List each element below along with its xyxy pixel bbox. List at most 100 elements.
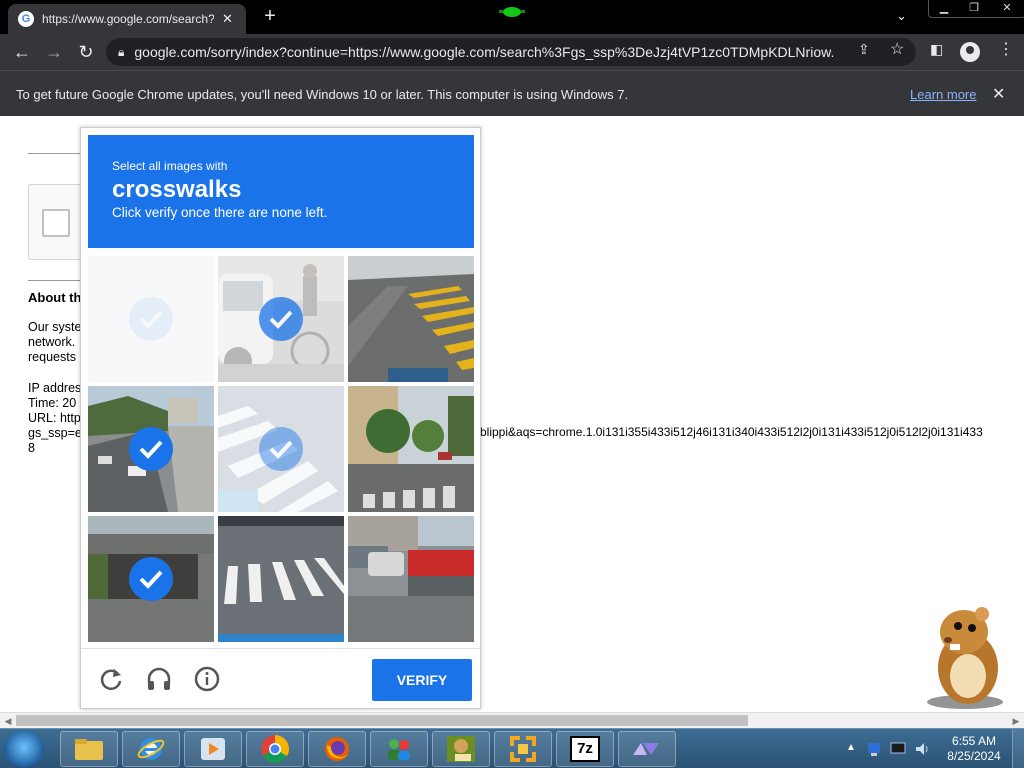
tray-expand-icon[interactable]: ▲ [846,742,856,753]
internet-explorer-button[interactable] [122,731,180,767]
screen: G https://www.google.com/search? ✕ + ⌄ ▁… [0,0,1024,768]
desktop-hamster-icon [927,607,1003,709]
side-panel-icon[interactable]: ◧ [930,41,943,58]
checkmark-icon [129,297,173,341]
lock-icon: 🔒︎ [118,44,125,59]
restore-button[interactable]: ❐ [959,0,989,17]
gs-line: gs_ssp=e [28,426,82,440]
share-icon[interactable]: ⇪ [858,41,870,58]
challenge-footer: VERIFY [81,648,480,708]
chrome-icon [261,735,289,763]
minimize-button[interactable]: ▁ [929,0,959,17]
file-explorer-button[interactable] [60,731,118,767]
checkmark-icon [129,557,173,601]
tab-title: https://www.google.com/search? [42,12,214,26]
clock-time: 6:55 AM [951,734,997,748]
tab-strip: G https://www.google.com/search? ✕ + ⌄ ▁… [0,0,1024,34]
target-object: crosswalks [112,176,242,203]
reload-icon[interactable] [97,665,125,693]
monitor-icon[interactable] [890,741,906,757]
learn-more-link[interactable]: Learn more [910,87,976,102]
image-tile[interactable] [218,256,344,382]
media-player-button[interactable] [184,731,242,767]
show-desktop-button[interactable] [1012,729,1024,768]
infobar-close-icon[interactable]: ✕ [992,84,1005,104]
start-button[interactable] [4,731,44,767]
users-app-button[interactable] [370,731,428,767]
time-line: Time: 20 [28,396,77,410]
system-clock[interactable]: 6:55 AM 8/25/2024 [944,734,1004,764]
scroll-left-icon[interactable]: ◀ [0,714,16,728]
image-tile[interactable] [348,516,474,642]
verify-button[interactable]: VERIFY [372,659,472,701]
google-favicon-icon: G [18,11,34,27]
window-controls: ▁ ❐ ✕ [928,0,1024,18]
users-icon [388,739,410,760]
vector-app-icon [633,743,659,755]
about-heading: About th [28,290,82,305]
folder-icon [75,739,103,760]
image-tile[interactable] [88,386,214,512]
checkmark-icon [129,427,173,471]
sandbox-icon [447,736,475,762]
checkmark-icon [259,427,303,471]
taskbar: 7z ▲ 6:55 AM 8/25/2024 [0,728,1024,768]
sevenzip-button[interactable]: 7z [556,731,614,767]
url-text: google.com/sorry/index?continue=https://… [134,44,835,60]
horizontal-scrollbar[interactable]: ◀ ▶ [0,712,1024,728]
tail-line: 8 [28,441,35,455]
back-arrow-icon[interactable]: ← [10,40,34,64]
firefox-icon [325,737,349,761]
address-bar[interactable]: 🔒︎ google.com/sorry/index?continue=https… [106,38,916,66]
body-line: Our syste [28,320,82,334]
image-tile[interactable] [348,386,474,512]
overflow-url-text: blippi&aqs=chrome.1.0i131i355i433i512j46… [480,425,983,439]
image-grid [88,256,474,642]
sandbox-app-button[interactable] [432,731,490,767]
tab-search-chevron-down-icon[interactable]: ⌄ [896,8,907,24]
reload-page-icon[interactable]: ↻ [74,40,98,64]
sevenzip-icon: 7z [570,736,600,762]
recaptcha-anchor [28,184,88,260]
network-icon[interactable] [866,741,882,757]
volume-icon[interactable] [914,741,930,757]
scroll-right-icon[interactable]: ▶ [1008,714,1024,728]
forward-arrow-icon[interactable]: → [42,40,66,64]
url-line: URL: http [28,411,81,425]
chrome-button[interactable] [246,731,304,767]
checkmark-icon [259,297,303,341]
image-tile[interactable] [348,256,474,382]
browser-toolbar: ← → ↻ 🔒︎ google.com/sorry/index?continue… [0,34,1024,70]
update-infobar: To get future Google Chrome updates, you… [0,70,1024,116]
instruction-text: Select all images with [112,159,228,173]
infobar-message: To get future Google Chrome updates, you… [16,87,629,102]
close-window-button[interactable]: ✕ [989,0,1024,17]
browser-tab[interactable]: G https://www.google.com/search? ✕ [8,4,246,34]
bookmark-star-icon[interactable]: ☆ [890,39,904,59]
vector-app-button[interactable] [618,731,676,767]
image-tile[interactable] [88,256,214,382]
clock-date: 8/25/2024 [947,749,1001,763]
recaptcha-challenge: Select all images with crosswalks Click … [80,127,481,709]
window-decoration-icon [499,7,525,17]
body-line: network. [28,335,76,349]
new-tab-button[interactable]: + [258,4,282,28]
audio-icon[interactable] [145,665,173,693]
image-tile[interactable] [88,516,214,642]
image-tile[interactable] [218,516,344,642]
instruction-subtext: Click verify once there are none left. [112,205,328,220]
challenge-header: Select all images with crosswalks Click … [88,135,474,248]
firefox-button[interactable] [308,731,366,767]
arrows-icon [510,736,536,762]
menu-kebab-icon[interactable]: ⋮ [998,39,1014,59]
ip-line: IP addres [28,381,82,395]
image-tile[interactable] [218,386,344,512]
body-line: requests [28,350,76,364]
tab-close-icon[interactable]: ✕ [222,11,233,27]
recaptcha-checkbox[interactable] [42,209,70,237]
arrows-app-button[interactable] [494,731,552,767]
internet-explorer-icon [137,738,165,760]
profile-avatar-icon[interactable] [960,42,980,62]
scrollbar-thumb[interactable] [16,715,748,726]
info-icon[interactable] [193,665,221,693]
